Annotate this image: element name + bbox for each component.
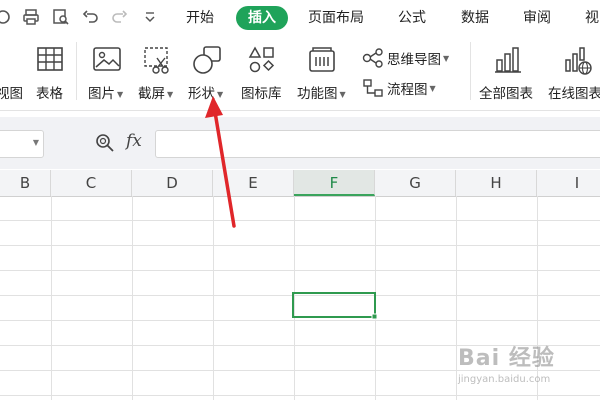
watermark-brand: Bai 经验 <box>458 346 555 371</box>
watermark: Bai 经验 jingyan.baidu.com <box>458 340 598 396</box>
watermark-url: jingyan.baidu.com <box>458 374 551 385</box>
